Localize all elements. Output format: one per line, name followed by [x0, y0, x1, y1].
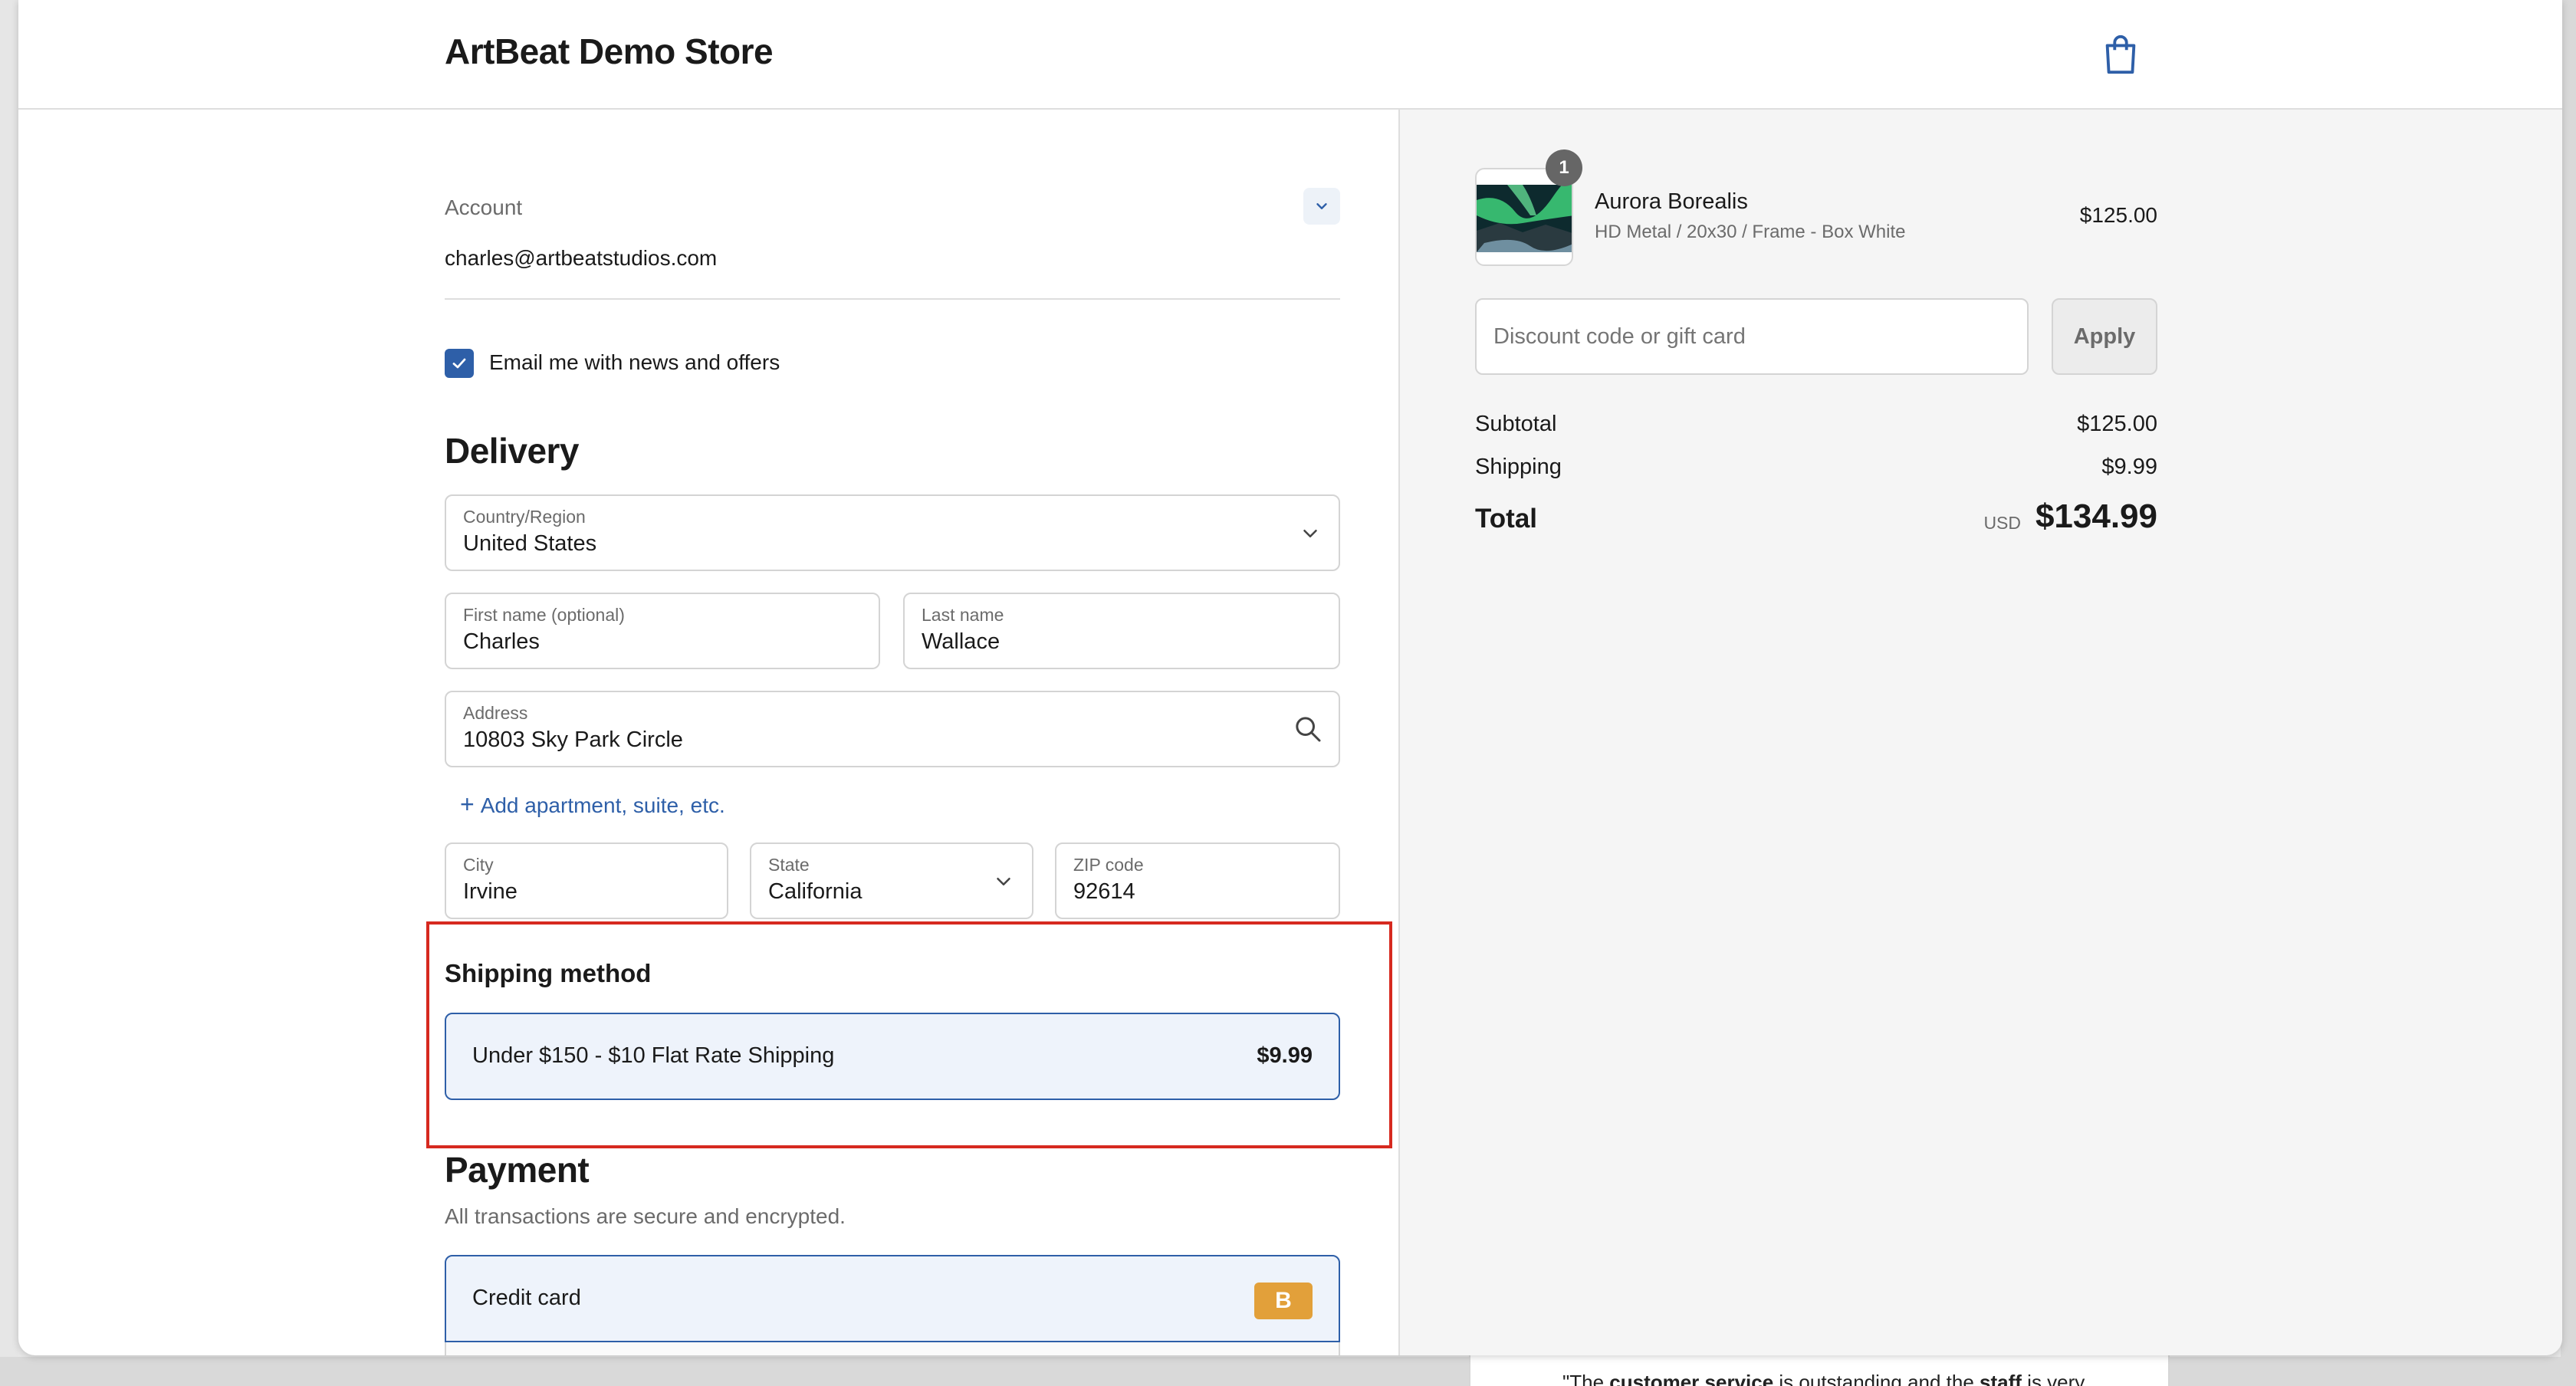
- country-value: United States: [463, 531, 597, 556]
- delivery-title: Delivery: [445, 431, 580, 471]
- product-variant: HD Metal / 20x30 / Frame - Box White: [1595, 222, 1906, 242]
- card-brand-badge: B: [1254, 1283, 1313, 1319]
- backdrop-right: [2561, 0, 2576, 1386]
- payment-details-panel: [445, 1342, 1340, 1355]
- checkmark-icon: [452, 358, 466, 369]
- shipping-value: $9.99: [2101, 455, 2157, 479]
- total-currency: USD: [1983, 513, 2021, 533]
- shipping-option-name: Under $150 - $10 Flat Rate Shipping: [472, 1043, 835, 1068]
- subtotal-label: Subtotal: [1475, 412, 1557, 436]
- total-label: Total: [1475, 504, 1538, 534]
- order-summary-pane: [1398, 110, 2562, 1355]
- total-value: $134.99: [2035, 498, 2157, 535]
- chevron-down-icon: [1303, 530, 1317, 537]
- payment-title: Payment: [445, 1150, 590, 1190]
- state-value: California: [768, 879, 863, 904]
- store-name[interactable]: ArtBeat Demo Store: [445, 31, 774, 72]
- address-value: 10803 Sky Park Circle: [463, 727, 683, 752]
- chevron-down-icon: [997, 878, 1010, 885]
- credit-card-option[interactable]: Credit card B: [445, 1255, 1340, 1342]
- apply-button[interactable]: Apply: [2052, 298, 2157, 375]
- divider: [445, 298, 1340, 300]
- zip-label: ZIP code: [1073, 855, 1144, 875]
- backdrop-bottom: [0, 1357, 2576, 1386]
- add-apartment-label: Add apartment, suite, etc.: [480, 793, 725, 817]
- search-icon[interactable]: [1293, 714, 1323, 744]
- account-label: Account: [445, 195, 523, 219]
- first-name-value: Charles: [463, 629, 540, 654]
- address-label: Address: [463, 703, 528, 723]
- quantity-badge: 1: [1546, 149, 1582, 186]
- header: ArtBeat Demo Store: [18, 0, 2562, 110]
- shipping-label: Shipping: [1475, 455, 1562, 479]
- product-price: $125.00: [2079, 203, 2157, 227]
- address-field[interactable]: Address 10803 Sky Park Circle: [445, 691, 1340, 767]
- country-select[interactable]: Country/Region United States: [445, 494, 1340, 571]
- state-select[interactable]: State California: [750, 842, 1033, 919]
- checkout-window: ArtBeat Demo Store Account charles@artbe…: [18, 0, 2562, 1355]
- credit-card-label: Credit card: [472, 1286, 581, 1310]
- shipping-row: Shipping $9.99: [1475, 455, 2157, 480]
- first-name-field[interactable]: First name (optional) Charles: [445, 593, 880, 669]
- add-apartment-link[interactable]: + Add apartment, suite, etc.: [460, 790, 725, 819]
- zip-field[interactable]: ZIP code 92614: [1055, 842, 1340, 919]
- account-dropdown-toggle[interactable]: [1303, 188, 1340, 225]
- last-name-value: Wallace: [922, 629, 1001, 654]
- city-value: Irvine: [463, 879, 518, 904]
- discount-input[interactable]: [1475, 298, 2029, 375]
- shipping-option[interactable]: Under $150 - $10 Flat Rate Shipping $9.9…: [445, 1013, 1340, 1100]
- shipping-method-title: Shipping method: [445, 959, 652, 987]
- subtotal-row: Subtotal $125.00: [1475, 412, 2157, 437]
- plus-icon: +: [460, 790, 475, 818]
- backdrop-left: [0, 0, 18, 1386]
- product-name: Aurora Borealis: [1595, 189, 1748, 214]
- country-label: Country/Region: [463, 507, 586, 527]
- newsletter-checkbox[interactable]: [445, 349, 474, 378]
- shopping-bag-icon[interactable]: [2102, 34, 2139, 75]
- shipping-option-price: $9.99: [1257, 1043, 1313, 1068]
- city-field[interactable]: City Irvine: [445, 842, 728, 919]
- account-email: charles@artbeatstudios.com: [445, 246, 718, 270]
- zip-value: 92614: [1073, 879, 1135, 904]
- city-label: City: [463, 855, 494, 875]
- newsletter-label[interactable]: Email me with news and offers: [489, 350, 780, 375]
- payment-subtitle: All transactions are secure and encrypte…: [445, 1204, 846, 1228]
- first-name-label: First name (optional): [463, 605, 625, 625]
- state-label: State: [768, 855, 810, 875]
- subtotal-value: $125.00: [2077, 412, 2157, 436]
- chevron-down-icon: [1316, 203, 1327, 209]
- last-name-label: Last name: [922, 605, 1004, 625]
- last-name-field[interactable]: Last name Wallace: [903, 593, 1340, 669]
